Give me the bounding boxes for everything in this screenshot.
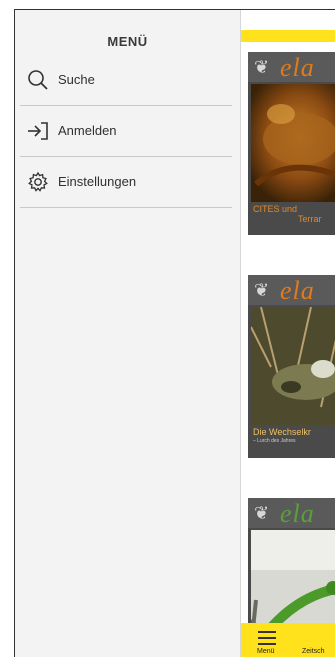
lizard-mark-icon: ❦ [254,503,270,523]
lizard-mark-icon: ❦ [254,280,270,300]
cover-logo: ela [280,276,315,305]
drawer-title: MENÜ [107,34,148,49]
top-accent-strip [240,30,335,42]
cover-subcaption: – Lurch des Jahres [253,438,296,444]
cover-caption: Die Wechselkr [253,427,311,437]
hamburger-menu-icon[interactable] [258,631,276,645]
cover-logo: ela [280,499,315,528]
cover-logo: ela [280,53,315,82]
menu-item-settings[interactable]: Einstellungen [20,157,232,208]
lizard-mark-icon: ❦ [254,57,270,77]
magazine-cover[interactable]: ❦ ela Die Wechselkr – Lurch des Jahres [248,275,335,458]
cover-caption-line2: Terrar [298,214,322,224]
menu-item-label: Anmelden [58,123,117,138]
menu-item-label: Einstellungen [58,174,137,189]
cover-photo [251,307,335,425]
cover-caption: CITES und [253,204,298,214]
magazine-cover[interactable]: ❦ ela CITES und Terrar [248,52,335,235]
app-screen: ❦ ela CITES und Terrar ❦ ela Die Wechsel… [14,9,335,657]
bottom-nav-magazine-label[interactable]: Zeitsch [302,648,325,655]
search-icon [28,70,48,90]
menu-item-login[interactable]: Anmelden [20,106,232,157]
login-icon [28,122,48,140]
cover-photo [251,84,335,202]
bottom-navigation-bar: Menü Zeitsch [240,623,335,657]
bottom-nav-menu-label[interactable]: Menü [257,648,275,655]
menu-item-search[interactable]: Suche [20,55,232,106]
menu-item-label: Suche [58,72,95,87]
side-drawer-menu: MENÜ Suche Anmelden Einstellungen [15,10,241,657]
gear-icon [28,171,48,192]
